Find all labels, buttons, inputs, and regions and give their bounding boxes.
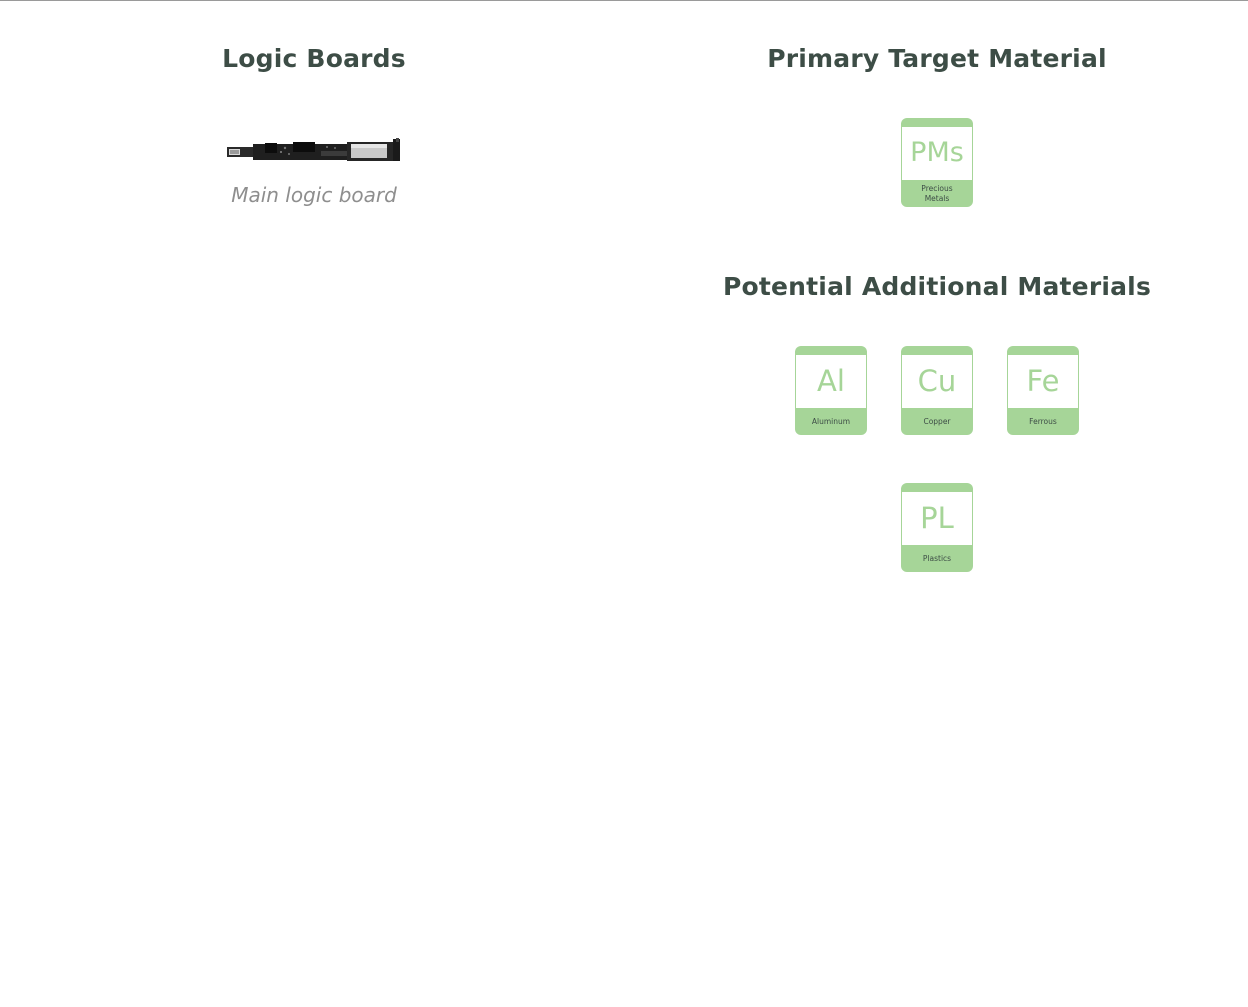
- top-divider: [0, 0, 1248, 1]
- tile-symbol: Al: [817, 364, 845, 398]
- tile-symbol: Fe: [1026, 364, 1060, 398]
- logic-boards-heading: Logic Boards: [222, 44, 406, 73]
- tile-label: Precious Metals: [921, 184, 953, 203]
- tile-label: Aluminum: [811, 416, 851, 426]
- tile-label: Copper: [923, 416, 951, 426]
- primary-target-material-heading: Primary Target Material: [767, 44, 1107, 73]
- material-tile-precious-metals: PMs Precious Metals: [901, 118, 973, 207]
- tile-symbol: PMs: [910, 137, 964, 168]
- material-tile-aluminum: Al Aluminum: [795, 346, 867, 435]
- material-tile-ferrous: Fe Ferrous: [1007, 346, 1079, 435]
- main-logic-board-caption: Main logic board: [231, 183, 397, 207]
- logic-board-image: [227, 138, 400, 161]
- material-tile-copper: Cu Copper: [901, 346, 973, 435]
- tile-label: Ferrous: [1029, 416, 1057, 426]
- tile-symbol: Cu: [917, 364, 957, 398]
- tile-symbol: PL: [920, 501, 954, 535]
- potential-additional-materials-heading: Potential Additional Materials: [722, 272, 1152, 301]
- material-tile-plastics: PL Plastics: [901, 483, 973, 572]
- tile-label: Plastics: [922, 553, 952, 563]
